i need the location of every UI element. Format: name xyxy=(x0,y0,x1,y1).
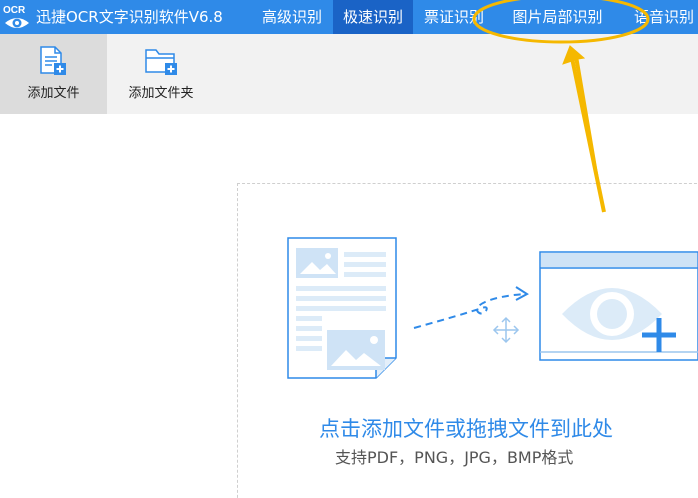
tab-fast-recognition[interactable]: 极速识别 xyxy=(333,0,413,34)
supported-formats: 支持PDF，PNG，JPG，BMP格式 xyxy=(335,448,574,467)
add-folder-button[interactable]: 添加文件夹 xyxy=(113,34,209,114)
add-folder-icon xyxy=(145,49,177,75)
add-folder-label: 添加文件夹 xyxy=(128,86,194,101)
tab-image-partial-recognition[interactable]: 图片局部识别 xyxy=(495,0,620,34)
tab-advanced-recognition[interactable]: 高级识别 xyxy=(252,0,332,34)
drop-instruction[interactable]: 点击添加文件或拖拽文件到此处 xyxy=(319,413,613,443)
ocr-eye-logo: OCR xyxy=(2,2,32,32)
add-file-icon xyxy=(40,46,66,75)
app-title: 迅捷OCR文字识别软件V6.8 xyxy=(36,8,223,26)
tab-voice-recognition[interactable]: 语音识别 xyxy=(624,0,698,34)
title-bar: OCR 迅捷OCR文字识别软件V6.8 高级识别 极速识别 票证识别 图片局部识… xyxy=(0,0,698,34)
add-file-button[interactable]: 添加文件 xyxy=(0,34,107,114)
tab-ticket-recognition[interactable]: 票证识别 xyxy=(414,0,494,34)
add-file-label: 添加文件 xyxy=(27,86,80,101)
svg-text:OCR: OCR xyxy=(3,5,26,16)
toolbar: 添加文件 添加文件夹 xyxy=(0,34,698,114)
